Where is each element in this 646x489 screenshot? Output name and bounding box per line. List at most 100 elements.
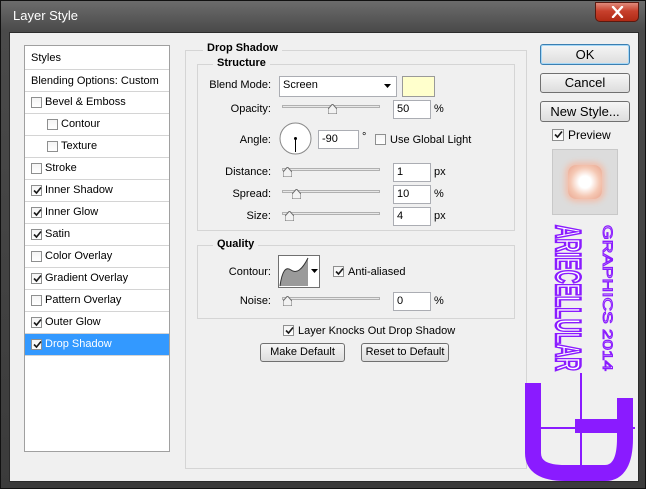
styles-header[interactable]: Styles bbox=[25, 46, 169, 70]
title-bar[interactable]: Layer Style bbox=[1, 1, 645, 32]
style-item-satin[interactable]: Satin bbox=[25, 224, 169, 246]
style-item-label: Inner Glow bbox=[45, 206, 99, 218]
slider-thumb[interactable] bbox=[282, 295, 293, 307]
blend-mode-label: Blend Mode: bbox=[209, 79, 271, 91]
distance-slider[interactable] bbox=[282, 166, 380, 178]
new-style-button[interactable]: New Style... bbox=[540, 101, 630, 122]
window-title: Layer Style bbox=[13, 8, 79, 23]
layer-style-window: Layer Style Styles Blending Options: Cus… bbox=[0, 0, 646, 489]
blending-options-item[interactable]: Blending Options: Custom bbox=[25, 70, 169, 92]
checkmark-icon bbox=[554, 130, 563, 139]
spread-unit: % bbox=[434, 188, 444, 200]
style-item-bevel-emboss[interactable]: Bevel & Emboss bbox=[25, 92, 169, 114]
opacity-unit: % bbox=[434, 103, 444, 115]
spread-slider[interactable] bbox=[282, 188, 380, 200]
distance-unit: px bbox=[434, 166, 446, 178]
checkmark-icon bbox=[33, 230, 42, 239]
slider-thumb[interactable] bbox=[284, 210, 295, 222]
style-item-checkbox[interactable] bbox=[31, 207, 42, 218]
style-item-label: Bevel & Emboss bbox=[45, 96, 126, 108]
style-item-label: Inner Shadow bbox=[45, 184, 113, 196]
spread-input[interactable]: 10 bbox=[393, 185, 431, 204]
svg-text:ARIECELLULAR: ARIECELLULAR bbox=[548, 225, 587, 371]
style-preview-thumbnail bbox=[552, 149, 618, 215]
style-item-drop-shadow[interactable]: Drop Shadow bbox=[25, 334, 169, 356]
angle-dial-icon bbox=[279, 122, 312, 155]
style-item-pattern-overlay[interactable]: Pattern Overlay bbox=[25, 290, 169, 312]
knockout-checkbox[interactable] bbox=[283, 325, 294, 336]
contour-picker[interactable] bbox=[278, 255, 320, 288]
slider-thumb[interactable] bbox=[291, 188, 302, 200]
style-item-inner-glow[interactable]: Inner Glow bbox=[25, 202, 169, 224]
watermark-logo: ARIECELLULAR ARIECELLULAR GRAPHICS 2014 bbox=[525, 223, 635, 481]
style-item-inner-shadow[interactable]: Inner Shadow bbox=[25, 180, 169, 202]
style-item-label: Color Overlay bbox=[45, 250, 113, 262]
style-item-checkbox[interactable] bbox=[31, 185, 42, 196]
angle-unit: ° bbox=[362, 131, 367, 143]
style-item-label: Contour bbox=[61, 118, 101, 130]
style-item-contour[interactable]: Contour bbox=[25, 114, 169, 136]
style-item-checkbox[interactable] bbox=[31, 339, 42, 350]
style-item-checkbox[interactable] bbox=[31, 97, 42, 108]
slider-thumb[interactable] bbox=[282, 166, 293, 178]
noise-input[interactable]: 0 bbox=[393, 292, 431, 311]
style-item-checkbox[interactable] bbox=[47, 141, 58, 152]
make-default-button[interactable]: Make Default bbox=[260, 343, 345, 362]
style-item-gradient-overlay[interactable]: Gradient Overlay bbox=[25, 268, 169, 290]
angle-dial[interactable] bbox=[279, 122, 312, 155]
angle-label: Angle: bbox=[239, 134, 271, 146]
knockout-label: Layer Knocks Out Drop Shadow bbox=[298, 325, 456, 337]
distance-input[interactable]: 1 bbox=[393, 163, 431, 182]
style-item-texture[interactable]: Texture bbox=[25, 136, 169, 158]
style-item-label: Drop Shadow bbox=[45, 338, 112, 350]
blend-mode-select[interactable]: Screen bbox=[279, 76, 397, 97]
style-item-label: Pattern Overlay bbox=[45, 294, 122, 306]
style-item-stroke[interactable]: Stroke bbox=[25, 158, 169, 180]
style-item-checkbox[interactable] bbox=[31, 273, 42, 284]
anti-aliased-checkbox[interactable] bbox=[333, 266, 344, 277]
quality-title: Quality bbox=[213, 238, 259, 250]
style-item-label: Texture bbox=[61, 140, 98, 152]
style-item-checkbox[interactable] bbox=[31, 295, 42, 306]
noise-label: Noise: bbox=[239, 295, 271, 307]
styles-list: Styles Blending Options: Custom Bevel & … bbox=[24, 45, 170, 452]
ok-button[interactable]: OK bbox=[540, 44, 630, 65]
checkmark-icon bbox=[33, 318, 42, 327]
style-item-checkbox[interactable] bbox=[31, 317, 42, 328]
checkmark-icon bbox=[335, 267, 344, 276]
size-input[interactable]: 4 bbox=[393, 207, 431, 226]
shadow-color-swatch[interactable] bbox=[402, 76, 435, 97]
style-item-checkbox[interactable] bbox=[47, 119, 58, 130]
size-unit: px bbox=[434, 210, 446, 222]
opacity-input[interactable]: 50 bbox=[393, 100, 431, 119]
style-item-label: Outer Glow bbox=[45, 316, 101, 328]
preview-label: Preview bbox=[568, 128, 611, 142]
style-item-checkbox[interactable] bbox=[31, 163, 42, 174]
style-item-checkbox[interactable] bbox=[31, 251, 42, 262]
style-item-label: Stroke bbox=[45, 162, 77, 174]
noise-slider[interactable] bbox=[282, 295, 380, 307]
checkmark-icon bbox=[33, 186, 42, 195]
cancel-button[interactable]: Cancel bbox=[540, 73, 630, 93]
style-item-color-overlay[interactable]: Color Overlay bbox=[25, 246, 169, 268]
size-label: Size: bbox=[246, 210, 271, 222]
size-slider[interactable] bbox=[282, 210, 380, 222]
opacity-label: Opacity: bbox=[230, 103, 271, 115]
slider-thumb[interactable] bbox=[327, 103, 338, 115]
anti-aliased-label: Anti-aliased bbox=[348, 266, 406, 278]
contour-curve-icon bbox=[279, 257, 309, 287]
style-item-checkbox[interactable] bbox=[31, 229, 42, 240]
style-item-label: Gradient Overlay bbox=[45, 272, 129, 284]
dropdown-arrow-icon bbox=[384, 84, 391, 88]
spread-label: Spread: bbox=[232, 188, 271, 200]
use-global-light-checkbox[interactable] bbox=[375, 134, 386, 145]
style-item-outer-glow[interactable]: Outer Glow bbox=[25, 312, 169, 334]
preview-checkbox[interactable] bbox=[552, 129, 564, 141]
angle-input[interactable]: -90 bbox=[318, 130, 359, 149]
svg-text:GRAPHICS 2014: GRAPHICS 2014 bbox=[600, 225, 616, 371]
distance-label: Distance: bbox=[225, 166, 271, 178]
opacity-slider[interactable] bbox=[282, 103, 380, 115]
reset-to-default-button[interactable]: Reset to Default bbox=[361, 343, 449, 362]
contour-dropdown-icon bbox=[311, 269, 318, 273]
close-button[interactable] bbox=[595, 2, 639, 22]
